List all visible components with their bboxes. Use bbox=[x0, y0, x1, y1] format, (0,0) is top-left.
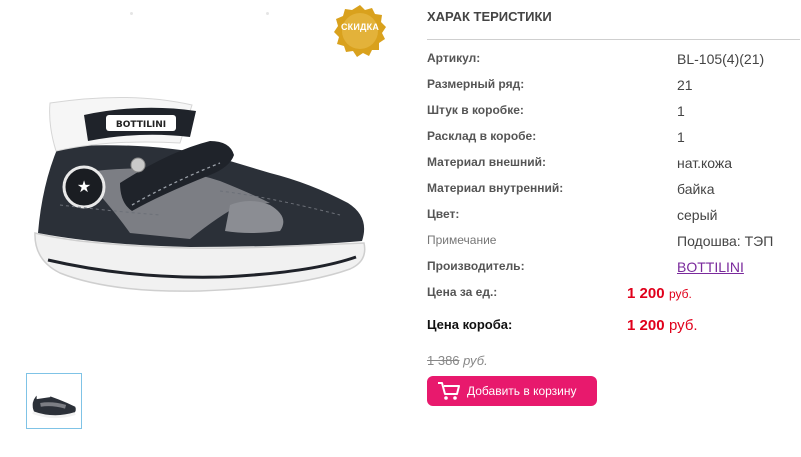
spec-value-inner-material: байка bbox=[677, 181, 715, 197]
manufacturer-link[interactable]: BOTTILINI bbox=[677, 259, 744, 275]
cart-icon bbox=[438, 382, 460, 400]
unit-price-value: 1 200 bbox=[627, 285, 665, 302]
decor-dot bbox=[130, 12, 133, 15]
box-price: 1 200 руб. bbox=[627, 317, 698, 335]
spec-label-box-layout: Расклад в коробе: bbox=[427, 129, 537, 143]
specs-divider bbox=[427, 39, 800, 40]
box-price-currency: руб. bbox=[669, 317, 698, 334]
spec-value-pieces-per-box: 1 bbox=[677, 103, 685, 119]
decor-dot bbox=[266, 12, 269, 15]
spec-label-size-range: Размерный ряд: bbox=[427, 77, 525, 91]
svg-text:★: ★ bbox=[77, 177, 91, 196]
spec-value-note: Подошва: ТЭП bbox=[677, 233, 774, 249]
spec-value-article: BL-105(4)(21) bbox=[677, 51, 765, 67]
add-to-cart-button[interactable]: Добавить в корзину bbox=[427, 376, 597, 406]
box-price-label: Цена короба: bbox=[427, 317, 513, 332]
old-price: 1 386 руб. bbox=[427, 353, 488, 368]
box-price-value: 1 200 bbox=[627, 317, 665, 334]
spec-label-inner-material: Материал внутренний: bbox=[427, 181, 564, 195]
old-price-value: 1 386 bbox=[427, 353, 460, 368]
specs-title: ХАРАК ТЕРИСТИКИ bbox=[427, 9, 552, 24]
old-price-currency: руб. bbox=[463, 353, 488, 368]
unit-price: 1 200 руб. bbox=[627, 285, 692, 303]
spec-value-box-layout: 1 bbox=[677, 129, 685, 145]
shoe-brand-text: BOTTILINI bbox=[116, 120, 166, 130]
spec-label-color: Цвет: bbox=[427, 207, 460, 221]
spec-label-manufacturer: Производитель: bbox=[427, 259, 525, 273]
add-to-cart-label: Добавить в корзину bbox=[467, 384, 577, 398]
spec-label-outer-material: Материал внешний: bbox=[427, 155, 547, 169]
thumbnail-shoe-image bbox=[32, 391, 76, 419]
spec-value-color: серый bbox=[677, 207, 718, 223]
spec-label-pieces-per-box: Штук в коробке: bbox=[427, 103, 524, 117]
spec-value-outer-material: нат.кожа bbox=[677, 155, 733, 171]
unit-price-label: Цена за ед.: bbox=[427, 285, 498, 299]
spec-label-note: Примечание bbox=[427, 233, 497, 247]
product-image[interactable]: BOTTILINI ★ bbox=[20, 55, 380, 315]
spec-value-size-range: 21 bbox=[677, 77, 693, 93]
spec-label-article: Артикул: bbox=[427, 51, 481, 65]
product-thumbnail[interactable] bbox=[26, 373, 82, 429]
discount-badge-label: СКИДКА bbox=[340, 22, 380, 32]
unit-price-currency: руб. bbox=[669, 287, 692, 301]
